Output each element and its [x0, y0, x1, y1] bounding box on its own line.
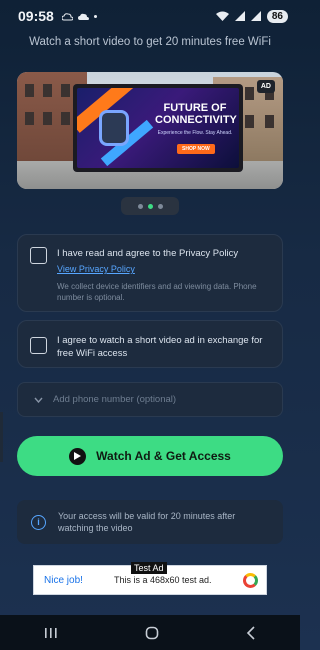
access-info-text: Your access will be valid for 20 minutes…	[58, 511, 236, 533]
battery-icon: 86	[266, 9, 288, 23]
system-nav-bar	[0, 615, 300, 650]
ad-consent-checkbox[interactable]	[30, 337, 47, 354]
home-icon[interactable]	[145, 626, 159, 640]
banner-nice-job: Nice job!	[44, 574, 83, 586]
test-ad-label: Test Ad	[131, 562, 167, 574]
privacy-note: We collect device identifiers and ad vie…	[57, 282, 257, 302]
headline: Watch a short video to get 20 minutes fr…	[29, 36, 271, 48]
wifi-icon	[215, 11, 229, 21]
privacy-policy-link[interactable]: View Privacy Policy	[57, 264, 135, 274]
phone-number-placeholder: Add phone number (optional)	[53, 394, 177, 405]
status-right-icons: 86	[215, 9, 288, 23]
smartwatch-image	[99, 110, 129, 146]
carousel-dot[interactable]	[157, 203, 163, 209]
ad-consent-label: I agree to watch a short video ad in exc…	[57, 335, 263, 359]
play-icon	[69, 447, 87, 465]
privacy-consent-panel: I have read and agree to the Privacy Pol…	[17, 234, 283, 312]
access-info-box: i Your access will be valid for 20 minut…	[17, 500, 283, 544]
phone-number-expander[interactable]: Add phone number (optional)	[17, 382, 283, 417]
billboard-title: FUTURE OF CONNECTIVITY	[155, 102, 237, 126]
privacy-label: I have read and agree to the Privacy Pol…	[57, 248, 239, 259]
cloud-icon	[61, 12, 73, 20]
chevron-down-icon	[34, 397, 43, 403]
billboard-subtitle: Experience the Flow. Stay Ahead.	[157, 130, 233, 136]
status-time: 09:58	[18, 8, 54, 24]
edge-handle[interactable]	[0, 412, 3, 462]
watch-ad-label: Watch Ad & Get Access	[96, 449, 231, 463]
billboard-cta: SHOP NOW	[177, 144, 215, 154]
back-icon[interactable]	[246, 625, 256, 640]
status-left-icons	[61, 12, 97, 21]
ad-preview[interactable]: FUTURE OF CONNECTIVITY Experience the Fl…	[17, 72, 283, 189]
privacy-checkbox[interactable]	[30, 247, 47, 264]
carousel-indicator[interactable]	[121, 197, 179, 215]
carousel-dot-active[interactable]	[147, 203, 153, 209]
ad-badge: AD	[256, 80, 275, 93]
ad-consent-panel: I agree to watch a short video ad in exc…	[17, 320, 283, 368]
carousel-dot[interactable]	[137, 203, 143, 209]
cloud-filled-icon	[77, 13, 89, 20]
billboard: FUTURE OF CONNECTIVITY Experience the Fl…	[73, 84, 243, 172]
recent-apps-icon[interactable]	[44, 627, 58, 639]
signal-icon	[234, 11, 245, 21]
dot-icon	[93, 14, 97, 18]
banner-message: This is a 468x60 test ad.	[114, 575, 212, 585]
billboard-screen: FUTURE OF CONNECTIVITY Experience the Fl…	[77, 88, 239, 168]
info-icon: i	[31, 514, 46, 530]
watch-ad-button[interactable]: Watch Ad & Get Access	[17, 436, 283, 476]
admob-logo-icon	[243, 572, 258, 588]
status-bar: 09:58 86	[0, 0, 300, 32]
signal-icon-2	[250, 11, 261, 21]
